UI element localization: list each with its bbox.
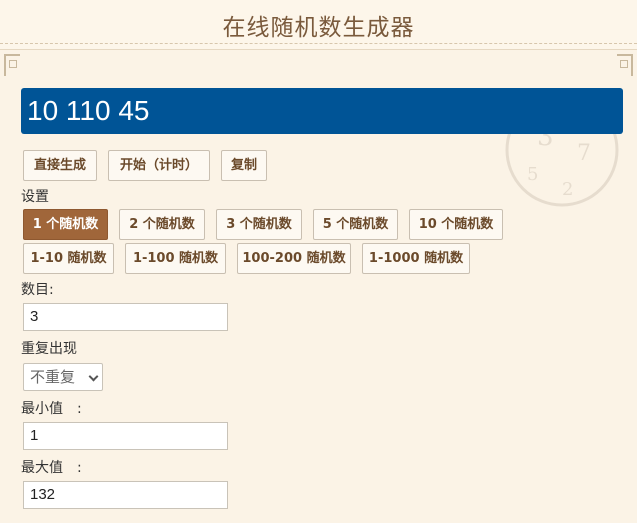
min-value-input[interactable]: 1: [23, 422, 228, 450]
max-label: 最大值 :: [21, 460, 82, 476]
copy-button[interactable]: 复制: [221, 150, 267, 181]
max-value-input[interactable]: 132: [23, 481, 228, 509]
header-divider: [0, 43, 637, 44]
repeat-label: 重复出现: [21, 341, 77, 357]
chevron-down-icon: [88, 371, 99, 382]
svg-text:5: 5: [527, 164, 538, 185]
start-timer-button[interactable]: 开始（计时）: [108, 150, 210, 181]
range-100-200-button[interactable]: 100-200 随机数: [237, 243, 351, 274]
preset-10-numbers-button[interactable]: 10 个随机数: [409, 209, 503, 240]
count-label: 数目:: [21, 282, 54, 298]
svg-text:2: 2: [562, 179, 573, 200]
page-header: 在线随机数生成器: [0, 0, 637, 50]
range-1-100-button[interactable]: 1-100 随机数: [125, 243, 226, 274]
corner-ornament-left: [4, 54, 20, 76]
page-title: 在线随机数生成器: [222, 15, 415, 41]
repeat-select-value: 不重复: [30, 368, 76, 386]
preset-5-numbers-button[interactable]: 5 个随机数: [313, 209, 398, 240]
count-input[interactable]: 3: [23, 303, 228, 331]
min-label: 最小值 :: [21, 401, 82, 417]
random-result-display: 10 110 45: [21, 88, 623, 134]
range-1-10-button[interactable]: 1-10 随机数: [23, 243, 114, 274]
settings-heading: 设置: [21, 189, 49, 205]
range-1-1000-button[interactable]: 1-1000 随机数: [362, 243, 470, 274]
generate-button[interactable]: 直接生成: [23, 150, 97, 181]
repeat-select[interactable]: 不重复: [23, 363, 103, 391]
preset-3-numbers-button[interactable]: 3 个随机数: [216, 209, 302, 240]
preset-2-numbers-button[interactable]: 2 个随机数: [119, 209, 205, 240]
svg-text:7: 7: [577, 141, 591, 166]
preset-1-number-button[interactable]: 1 个随机数: [23, 209, 108, 240]
